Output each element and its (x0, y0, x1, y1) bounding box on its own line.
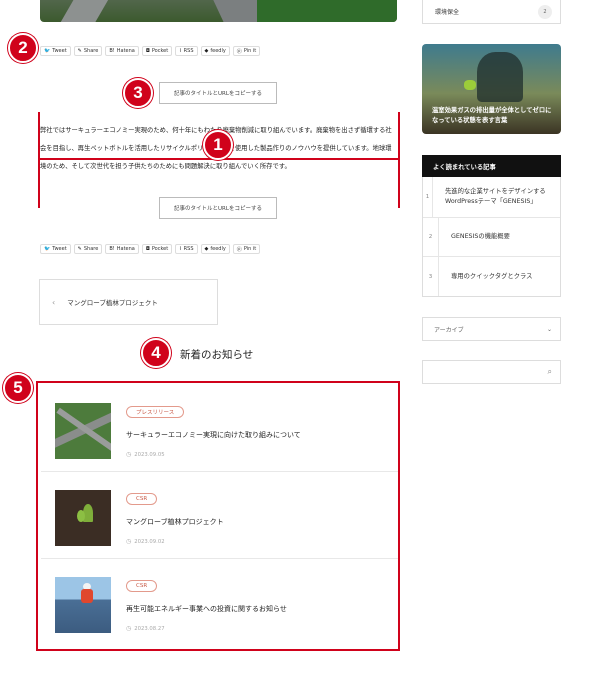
share-button[interactable]: ✎ Share (73, 46, 103, 56)
hatena-icon: B! (109, 246, 115, 252)
clock-icon: ◷ (126, 625, 132, 632)
news-section-heading: 新着のお知らせ (180, 349, 254, 361)
hatena-button[interactable]: B! Hatena (105, 244, 139, 254)
twitter-icon: 🐦 (44, 48, 51, 54)
news-date: ◷ 2023.08.27 (126, 625, 165, 632)
pinit-button[interactable]: ⓟ Pin it (232, 244, 261, 254)
news-item[interactable]: CSR マングローブ植林プロジェクト ◷ 2023.09.02 (41, 472, 398, 559)
archive-dropdown[interactable]: アーカイブ ⌄ (422, 317, 561, 341)
news-thumbnail (55, 490, 111, 546)
news-category-tag[interactable]: CSR (126, 493, 158, 505)
news-title[interactable]: サーキュラーエコノミー実現に向けた取り組みについて (126, 430, 301, 440)
pocket-button[interactable]: ◘ Pocket (141, 244, 173, 254)
pencil-icon: ✎ (77, 246, 82, 252)
sidebar-feature-card[interactable]: 温室効果ガスの排出量が全体としてゼロになっている状態を表す言葉 (422, 44, 561, 134)
share-buttons-bottom: 🐦 Tweet ✎ Share B! Hatena ◘ Pocket ⌇ RSS ◆ fee… (40, 244, 261, 254)
popular-post-item[interactable]: 3 専用のクイックタグとクラス (423, 256, 560, 296)
hatena-icon: B! (109, 48, 115, 54)
feedly-icon: ◆ (204, 246, 209, 252)
popular-posts-heading: よく読まれている記事 (422, 155, 561, 177)
annotation-badge-1: 1 (203, 130, 233, 160)
category-count-badge: 2 (538, 4, 552, 19)
feedly-icon: ◆ (204, 48, 209, 54)
sidebar-category-item[interactable]: 環境保全 2 (422, 0, 561, 24)
annotation-badge-2: 2 (8, 33, 38, 63)
pinit-button[interactable]: ⓟ Pin it (232, 46, 261, 56)
tweet-button[interactable]: 🐦 Tweet (40, 46, 71, 56)
rss-icon: ⌇ (179, 48, 182, 54)
news-category-tag[interactable]: CSR (126, 580, 158, 592)
search-input[interactable]: ⌕ (422, 360, 561, 384)
annotation-badge-3: 3 (123, 78, 153, 108)
news-date: ◷ 2023.09.05 (126, 451, 165, 458)
feature-caption: 温室効果ガスの排出量が全体としてゼロになっている状態を表す言葉 (432, 107, 552, 124)
rss-button[interactable]: ⌇ RSS (175, 46, 198, 56)
chevron-down-icon: ⌄ (546, 325, 552, 333)
pencil-icon: ✎ (77, 48, 82, 54)
share-button[interactable]: ✎ Share (73, 244, 103, 254)
pocket-icon: ◘ (145, 48, 150, 54)
annotation-badge-5: 5 (3, 373, 33, 403)
news-date: ◷ 2023.09.02 (126, 538, 165, 545)
share-buttons-top: 🐦 Tweet ✎ Share B! Hatena ◘ Pocket ⌇ RSS ◆ fee… (40, 46, 261, 56)
copy-title-url-button-bottom[interactable]: 記事のタイトルとURLをコピーする (159, 197, 277, 219)
clock-icon: ◷ (126, 451, 132, 458)
previous-post-title: マングローブ植林プロジェクト (67, 299, 158, 307)
news-title[interactable]: マングローブ植林プロジェクト (126, 517, 224, 527)
twitter-icon: 🐦 (44, 246, 51, 252)
news-item[interactable]: プレスリリース サーキュラーエコノミー実現に向けた取り組みについて ◷ 2023.… (41, 385, 398, 472)
news-thumbnail (55, 577, 111, 633)
news-category-tag[interactable]: プレスリリース (126, 406, 185, 418)
copy-title-url-button[interactable]: 記事のタイトルとURLをコピーする (159, 82, 277, 104)
pinterest-icon: ⓟ (236, 246, 242, 253)
previous-post-link[interactable]: ‹ マングローブ植林プロジェクト (39, 279, 218, 325)
news-item[interactable]: CSR 再生可能エネルギー事業への投資に関するお知らせ ◷ 2023.08.27 (41, 559, 398, 646)
feedly-button[interactable]: ◆ feedly (200, 46, 230, 56)
feedly-button[interactable]: ◆ feedly (200, 244, 230, 254)
news-title[interactable]: 再生可能エネルギー事業への投資に関するお知らせ (126, 604, 287, 614)
chevron-left-icon: ‹ (52, 297, 56, 307)
annotation-frame-right (398, 112, 400, 208)
hatena-button[interactable]: B! Hatena (105, 46, 139, 56)
clock-icon: ◷ (126, 538, 132, 545)
news-thumbnail (55, 403, 111, 459)
popular-posts-list: 1 先進的な企業サイトをデザインするWordPressテーマ「GENESIS」 … (422, 177, 561, 297)
pocket-icon: ◘ (145, 246, 150, 252)
rss-icon: ⌇ (179, 246, 182, 252)
article-hero-image (40, 0, 397, 22)
pinterest-icon: ⓟ (236, 48, 242, 55)
search-icon: ⌕ (547, 367, 552, 376)
pocket-button[interactable]: ◘ Pocket (141, 46, 173, 56)
tweet-button[interactable]: 🐦 Tweet (40, 244, 71, 254)
rss-button[interactable]: ⌇ RSS (175, 244, 198, 254)
annotation-badge-4: 4 (141, 338, 171, 368)
popular-post-item[interactable]: 2 GENESISの機能概要 (423, 217, 560, 256)
popular-post-item[interactable]: 1 先進的な企業サイトをデザインするWordPressテーマ「GENESIS」 (423, 177, 560, 217)
